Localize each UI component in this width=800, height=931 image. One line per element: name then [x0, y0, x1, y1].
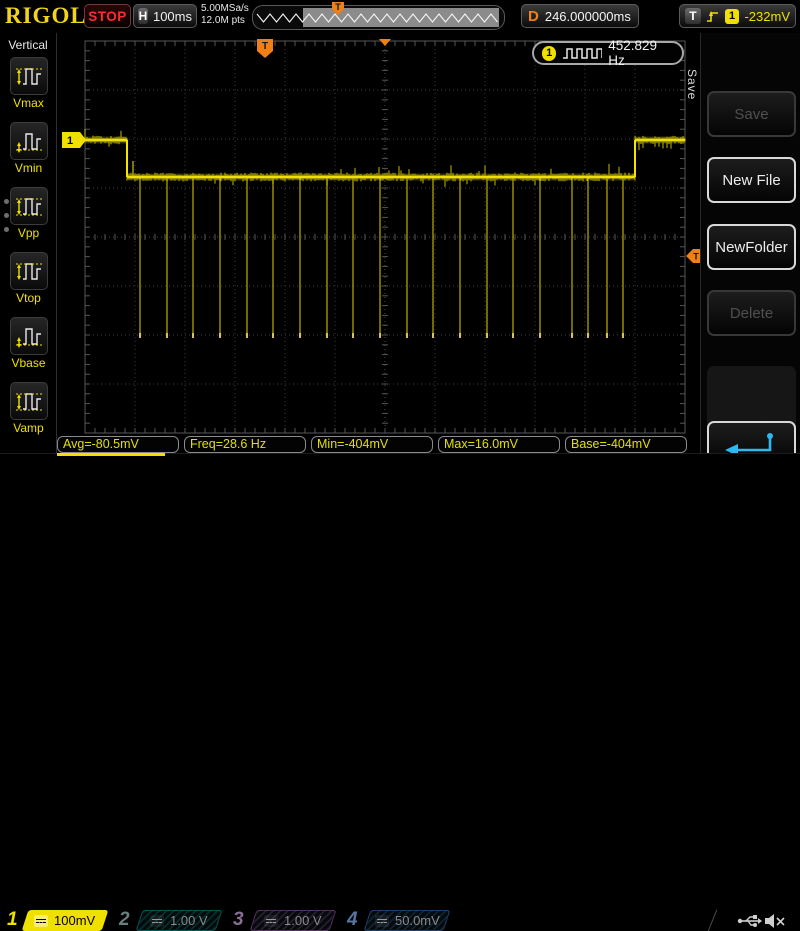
- trigger-level-value: -232mV: [744, 9, 790, 24]
- menu-item-label: Vmin: [0, 161, 57, 175]
- channel-scale: 100mV: [54, 913, 95, 928]
- waveform-preview-zigzag: [253, 6, 502, 27]
- rigol-logo: RIGOL: [5, 3, 87, 29]
- menu-item-vtop[interactable]: Vtop: [0, 252, 57, 305]
- channel-status-3[interactable]: 1.00 V: [250, 910, 337, 931]
- channel-status-4[interactable]: 50.0mV: [364, 910, 451, 931]
- soft-button-delete[interactable]: Delete: [707, 290, 796, 336]
- channel-number-3: 3: [233, 909, 244, 931]
- menu-title: Vertical: [0, 38, 56, 52]
- channel-status-content: 1.00 V: [150, 913, 208, 928]
- vpp-icon: [10, 187, 48, 225]
- menu-item-vbase[interactable]: Vbase: [0, 317, 57, 370]
- channel-scale: 1.00 V: [170, 913, 208, 928]
- soft-button-save[interactable]: Save: [707, 91, 796, 137]
- speaker-muted-icon: [763, 912, 787, 930]
- menu-item-vmin[interactable]: Vmin: [0, 122, 57, 175]
- header-bar: RIGOL STOP H 100ms 5.00MSa/s 12.0M pts T…: [0, 0, 800, 32]
- menu-item-vmax[interactable]: Vmax: [0, 57, 57, 110]
- dc-coupling-icon: [34, 915, 48, 927]
- measurement-max[interactable]: Max=16.0mV: [438, 436, 560, 453]
- channel-status-content: 1.00 V: [264, 913, 322, 928]
- delay-readout: D 246.000000ms: [521, 4, 639, 28]
- dc-coupling-icon: [264, 915, 278, 927]
- menu-scroll-dot: [4, 227, 9, 232]
- channel-status-content: 100mV: [34, 913, 95, 928]
- menu-item-label: Vtop: [0, 291, 57, 305]
- acquisition-info: 5.00MSa/s 12.0M pts: [201, 3, 249, 27]
- rising-edge-icon: [706, 9, 720, 24]
- delay-value: 246.000000ms: [545, 9, 631, 24]
- timebase-display[interactable]: H 100ms: [133, 4, 197, 28]
- vmax-icon: [10, 57, 48, 95]
- timebase-value: 100ms: [153, 9, 192, 24]
- run-state-label: STOP: [88, 9, 127, 24]
- channel-status-1[interactable]: 100mV: [22, 910, 109, 931]
- trigger-source-badge: 1: [725, 9, 740, 24]
- soft-button-newfolder[interactable]: NewFolder: [707, 224, 796, 270]
- dc-coupling-icon: [150, 915, 164, 927]
- horizontal-badge: H: [138, 8, 148, 24]
- svg-text:T: T: [262, 41, 268, 52]
- measurement-avg[interactable]: Avg=-80.5mV: [57, 436, 179, 453]
- menu-item-label: Vmax: [0, 96, 57, 110]
- square-wave-icon: [562, 46, 602, 60]
- menu-item-label: Vbase: [0, 356, 57, 370]
- bar-divider: [708, 910, 718, 931]
- channel-scale: 1.00 V: [284, 913, 322, 928]
- memory-depth: 12.0M pts: [201, 15, 249, 27]
- measurement-freq[interactable]: Freq=28.6 Hz: [184, 436, 306, 453]
- center-position-marker: [379, 39, 391, 46]
- channel-number-2: 2: [119, 909, 130, 931]
- menu-scroll-dot: [4, 199, 9, 204]
- channel-status-content: 50.0mV: [375, 913, 440, 928]
- channel-number-4: 4: [347, 909, 358, 931]
- delay-label: D: [528, 8, 539, 25]
- svg-text:T: T: [693, 252, 699, 262]
- waveform-preview-strip: [252, 5, 505, 30]
- vbase-icon: [10, 317, 48, 355]
- channel-status-2[interactable]: 1.00 V: [136, 910, 223, 931]
- channel1-level-marker: 1: [62, 132, 86, 148]
- menu-item-label: Vamp: [0, 421, 57, 435]
- measurement-base[interactable]: Base=-404mV: [565, 436, 687, 453]
- graticule: 1 T T: [57, 33, 707, 453]
- svg-text:1: 1: [67, 135, 73, 147]
- soft-menu-panel: Save New File NewFolder Delete: [700, 33, 800, 453]
- dc-coupling-icon: [375, 915, 389, 927]
- left-measure-menu: Vertical VmaxVminVppVtopVbaseVamp: [0, 33, 57, 453]
- soft-button-new-file[interactable]: New File: [707, 157, 796, 203]
- soft-menu-tab[interactable]: Save: [684, 55, 699, 115]
- vmin-icon: [10, 122, 48, 160]
- run-state-indicator[interactable]: STOP: [84, 4, 131, 28]
- measurement-selected-underline: [57, 453, 165, 456]
- menu-item-vamp[interactable]: Vamp: [0, 382, 57, 435]
- trigger-label-badge: T: [685, 8, 701, 24]
- channel-number-1: 1: [7, 909, 18, 931]
- sample-rate: 5.00MSa/s: [201, 3, 249, 15]
- freq-value: 452.829 Hz: [608, 38, 674, 68]
- vamp-icon: [10, 382, 48, 420]
- trigger-readout: T 1 -232mV: [679, 4, 796, 28]
- measurement-min[interactable]: Min=-404mV: [311, 436, 433, 453]
- frequency-counter: 1 452.829 Hz: [532, 41, 684, 65]
- usb-icon: [737, 913, 763, 929]
- channel-status-bar: 1100mV21.00 V31.00 V450.0mV: [0, 453, 800, 481]
- vtop-icon: [10, 252, 48, 290]
- menu-scroll-dot: [4, 213, 9, 218]
- trigger-position-marker: T: [257, 39, 273, 58]
- freq-channel-badge: 1: [542, 46, 556, 61]
- channel-scale: 50.0mV: [395, 913, 440, 928]
